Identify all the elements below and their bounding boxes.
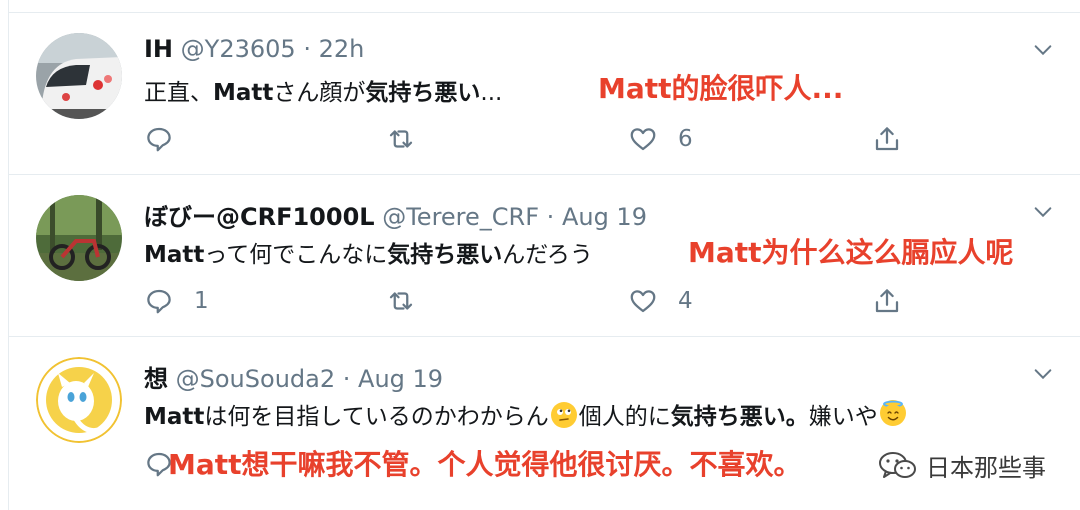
like-count: 6	[678, 126, 693, 152]
watermark: 日本那些事	[878, 448, 1046, 483]
text-part-bold: 気持ち悪い	[387, 242, 503, 268]
text-part-bold: Matt	[144, 242, 205, 268]
rolling-eyes-emoji	[550, 402, 577, 428]
chevron-down-icon[interactable]	[1032, 363, 1054, 385]
tweet-2[interactable]: ぼびー@CRF1000L @Terere_CRF · Aug 19 Mattって…	[8, 175, 1080, 336]
like-icon	[630, 290, 656, 313]
like-count: 4	[678, 288, 693, 314]
tweet-text: Mattは何を目指しているのかわからん 個人的に気持ち悪い。嫌いや	[144, 397, 908, 431]
avatar[interactable]	[36, 33, 122, 119]
separator: ·	[303, 35, 311, 63]
text-part: は何を目指しているのかわからん	[204, 404, 549, 430]
timestamp[interactable]: 22h	[319, 35, 365, 63]
display-name[interactable]: 想	[144, 365, 168, 393]
avatar[interactable]	[36, 357, 122, 443]
share-button[interactable]	[872, 122, 902, 156]
tweet-1[interactable]: IH @Y23605 · 22h 正直、Mattさん顔が気持ち悪い... Mat…	[8, 13, 1080, 174]
chevron-down-icon[interactable]	[1032, 201, 1054, 223]
avatar[interactable]	[36, 195, 122, 281]
timestamp[interactable]: Aug 19	[562, 203, 647, 231]
retweet-icon	[389, 292, 413, 310]
like-icon	[630, 128, 656, 151]
text-part-bold: 気持ち悪い。	[670, 404, 809, 430]
tweet-text: Mattって何でこんなに気持ち悪いんだろう	[144, 235, 593, 269]
retweet-button[interactable]	[386, 122, 436, 156]
reply-icon	[147, 289, 171, 314]
motorcycle-forest-photo-icon	[36, 195, 122, 281]
wechat-icon	[879, 451, 916, 478]
retweet-button[interactable]	[386, 284, 436, 318]
share-icon	[875, 289, 899, 313]
display-name[interactable]: IH	[144, 35, 173, 63]
timestamp[interactable]: Aug 19	[358, 365, 443, 393]
separator: ·	[546, 203, 555, 231]
user-handle[interactable]: @Terere_CRF	[382, 203, 539, 231]
text-part-bold: 気持ち悪い	[365, 80, 481, 106]
text-part: ...	[480, 80, 503, 106]
train-photo-icon	[36, 33, 122, 119]
text-part-bold: Matt	[213, 80, 274, 106]
share-icon	[875, 127, 899, 151]
chevron-down-icon[interactable]	[1032, 39, 1054, 61]
text-part: んだろう	[502, 242, 593, 268]
text-part: 個人的に	[578, 404, 671, 430]
translation-overlay: Matt想干嘛我不管。个人觉得他很讨厌。不喜欢。	[168, 448, 802, 481]
tweet-text: 正直、Mattさん顔が気持ち悪い...	[144, 73, 502, 107]
translation-overlay: Matt为什么这么膈应人呢	[688, 236, 1014, 269]
tweet-header: IH @Y23605 · 22h	[144, 35, 364, 63]
halo-smile-emoji	[879, 400, 906, 426]
reply-button[interactable]: 1	[144, 284, 209, 318]
tweet-3[interactable]: 想 @SouSouda2 · Aug 19 Mattは何を目指しているのかわから…	[8, 337, 1080, 510]
retweet-icon	[389, 130, 413, 148]
translation-overlay: Matt的脸很吓人...	[598, 72, 844, 105]
display-name[interactable]: ぼびー@CRF1000L	[144, 203, 375, 231]
tweet-header: ぼびー@CRF1000L @Terere_CRF · Aug 19	[144, 197, 647, 232]
text-part: さん顔が	[273, 80, 366, 106]
text-part: って何でこんなに	[204, 242, 388, 268]
text-part: 正直、	[144, 80, 213, 106]
watermark-text: 日本那些事	[926, 454, 1046, 482]
text-part-bold: Matt	[144, 404, 205, 430]
like-button[interactable]: 4	[628, 284, 693, 318]
like-button[interactable]: 6	[628, 122, 693, 156]
text-part: 嫌いや	[808, 404, 878, 430]
mew-character-avatar-icon	[36, 357, 122, 443]
separator: ·	[342, 365, 351, 393]
reply-icon	[147, 127, 171, 152]
reply-button[interactable]	[144, 122, 194, 156]
tweet-header: 想 @SouSouda2 · Aug 19	[144, 359, 443, 394]
reply-count: 1	[194, 288, 209, 314]
user-handle[interactable]: @SouSouda2	[176, 365, 335, 393]
share-button[interactable]	[872, 284, 902, 318]
user-handle[interactable]: @Y23605	[181, 35, 296, 63]
